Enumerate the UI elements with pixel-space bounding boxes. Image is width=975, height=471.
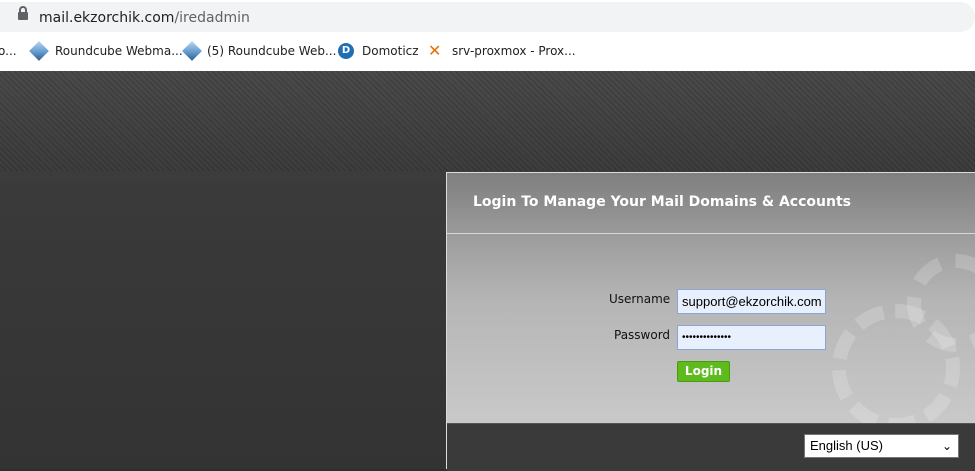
bookmark-item[interactable]: o... xyxy=(0,44,17,58)
login-panel: Login To Manage Your Mail Domains & Acco… xyxy=(446,172,975,471)
bookmark-roundcube-webmail[interactable]: Roundcube Webma... xyxy=(55,44,183,58)
omnibox[interactable]: mail.ekzorchik.com/iredadmin xyxy=(0,2,975,32)
domoticz-icon: D xyxy=(338,43,354,59)
login-button[interactable]: Login xyxy=(677,361,730,382)
password-input[interactable]: •••••••••••••• xyxy=(677,325,826,350)
language-select-value: English (US) xyxy=(810,438,883,453)
password-label: Password xyxy=(614,328,671,342)
login-panel-footer: English (US) ⌄ xyxy=(447,423,975,471)
bookmark-roundcube-webmail-5[interactable]: (5) Roundcube Web... xyxy=(207,44,336,58)
address-bar[interactable]: mail.ekzorchik.com/iredadmin xyxy=(0,0,975,34)
background-pattern xyxy=(0,71,975,171)
username-input[interactable]: support@ekzorchik.com xyxy=(677,289,826,314)
login-form: Username support@ekzorchik.com Password … xyxy=(447,234,975,423)
url-text[interactable]: mail.ekzorchik.com/iredadmin xyxy=(39,10,250,26)
username-label: Username xyxy=(609,292,671,306)
roundcube-icon xyxy=(182,41,202,61)
login-title: Login To Manage Your Mail Domains & Acco… xyxy=(473,194,851,210)
roundcube-icon xyxy=(29,41,49,61)
proxmox-icon: ✕ xyxy=(428,41,442,60)
login-panel-header: Login To Manage Your Mail Domains & Acco… xyxy=(447,173,975,234)
bookmark-domoticz[interactable]: Domoticz xyxy=(362,44,419,58)
bookmark-srv-proxmox[interactable]: srv-proxmox - Prox... xyxy=(452,44,576,58)
language-select[interactable]: English (US) ⌄ xyxy=(804,434,959,458)
lock-icon[interactable] xyxy=(18,6,28,20)
bookmarks-bar: o... Roundcube Webma... (5) Roundcube We… xyxy=(0,34,975,72)
chevron-down-icon: ⌄ xyxy=(941,439,952,453)
